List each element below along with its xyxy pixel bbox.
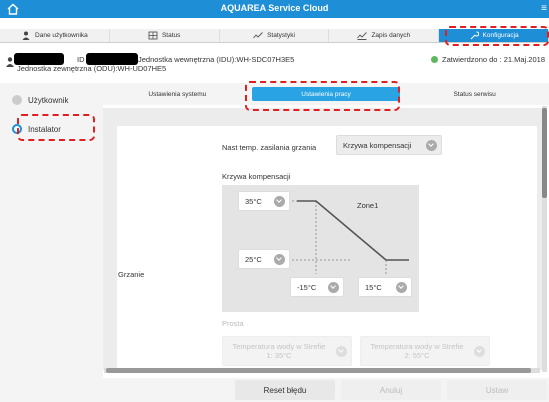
vertical-scrollbar[interactable] [542,106,547,372]
zone2-water-dropdown[interactable]: Temperatura wody w Strefie 2: 55°C [360,336,490,366]
heating-label: Grzanie [118,270,145,279]
tab-label: Status [161,32,181,39]
chevron-down-icon [336,345,347,357]
supply-temp-label: Nast temp. zasilania grzania [222,143,317,152]
scroll-thumb[interactable] [106,368,531,373]
sidebar-item-installer[interactable]: Instalator [12,124,61,134]
indoor-unit: Jednostka wewnętrzna (IDU):WH-SDC07H3E5 [138,55,295,64]
water-temp-high-dropdown[interactable]: 35°C [238,191,290,211]
dropdown-value: -15°C [297,282,317,292]
tab-label: Statystyki [267,32,295,39]
tab-statistics[interactable]: Statystyki [220,29,330,42]
menu-icon[interactable]: ≡ [541,3,547,14]
device-id-label: ID [77,55,85,64]
scroll-thumb[interactable] [542,108,547,198]
outdoor-temp-low-dropdown[interactable]: -15°C [290,277,344,297]
chevron-down-icon [328,281,339,293]
radio-selected-icon [12,124,22,134]
curve-title: Krzywa kompensacji [222,172,291,181]
tab-user-data[interactable]: Dane użytkownika [0,29,110,42]
chevron-down-icon [426,139,437,151]
tab-status[interactable]: Status [110,29,220,42]
apply-button[interactable]: Ustaw [447,380,547,400]
person-icon [6,57,14,67]
chevron-down-icon [396,281,407,293]
tab-configuration[interactable]: Konfiguracja [439,29,549,42]
grid-icon [148,31,158,40]
app-title: AQUAREA Service Cloud [220,3,329,13]
device-info: ID Jednostka wewnętrzna (IDU):WH-SDC07H3… [0,50,549,76]
tab-service-status[interactable]: Status serwisu [400,83,549,105]
horizontal-scrollbar[interactable] [104,368,540,373]
supply-temp-dropdown[interactable]: Krzywa kompensacji [336,135,442,155]
tab-operation-settings[interactable]: Ustawienia pracy [251,87,401,101]
approval-status: Zatwierdzono do : 21.Maj.2018 [431,55,545,64]
sidebar-item-user[interactable]: Użytkownik [12,95,68,105]
reset-error-button[interactable]: Reset błędu [235,380,335,400]
chevron-down-icon [274,195,285,207]
tab-label: Zapis danych [371,32,411,39]
dropdown-value: Temperatura wody w Strefie 1: 35°C [232,342,326,360]
outdoor-unit: Jednostka zewnętrzna (ODU):WH-UD07HE5 [17,64,167,73]
dropdown-value: 25°C [245,254,262,264]
dropdown-value: 35°C [245,196,262,206]
log-icon [357,32,368,40]
status-ok-icon [431,56,439,63]
chevron-down-icon [474,345,485,357]
main-nav: Dane użytkownika Status Statystyki Zapis… [0,29,549,43]
chart-icon [253,32,263,39]
chevron-down-icon [274,253,285,265]
person-icon [22,31,30,40]
tab-label: Konfiguracja [482,32,519,39]
sidebar: Użytkownik Instalator [0,83,103,383]
tab-data-log[interactable]: Zapis danych [329,29,440,42]
app-header: AQUAREA Service Cloud ≡ [0,0,549,18]
approval-text: Zatwierdzono do : 21.Maj.2018 [442,55,545,64]
tab-label: Dane użytkownika [35,32,88,39]
dropdown-value: 15°C [365,282,382,292]
cancel-button[interactable]: Anuluj [341,380,441,400]
sub-tabs: Ustawienia systemu Ustawienia pracy Stat… [103,83,549,105]
dropdown-value: Temperatura wody w Strefie 2: 55°C [370,342,464,360]
dropdown-value: Krzywa kompensacji [343,140,412,150]
outdoor-temp-high-dropdown[interactable]: 15°C [358,277,412,297]
tab-system-settings[interactable]: Ustawienia systemu [103,83,252,105]
sidebar-item-label: Instalator [28,124,61,134]
zone-label: Zone1 [357,201,379,210]
wrench-icon [470,31,479,40]
sidebar-item-label: Użytkownik [28,95,69,105]
zone1-water-dropdown[interactable]: Temperatura wody w Strefie 1: 35°C [222,336,352,366]
radio-icon [12,95,22,105]
water-temp-low-dropdown[interactable]: 25°C [238,249,290,269]
simple-label: Prosta [222,319,244,328]
